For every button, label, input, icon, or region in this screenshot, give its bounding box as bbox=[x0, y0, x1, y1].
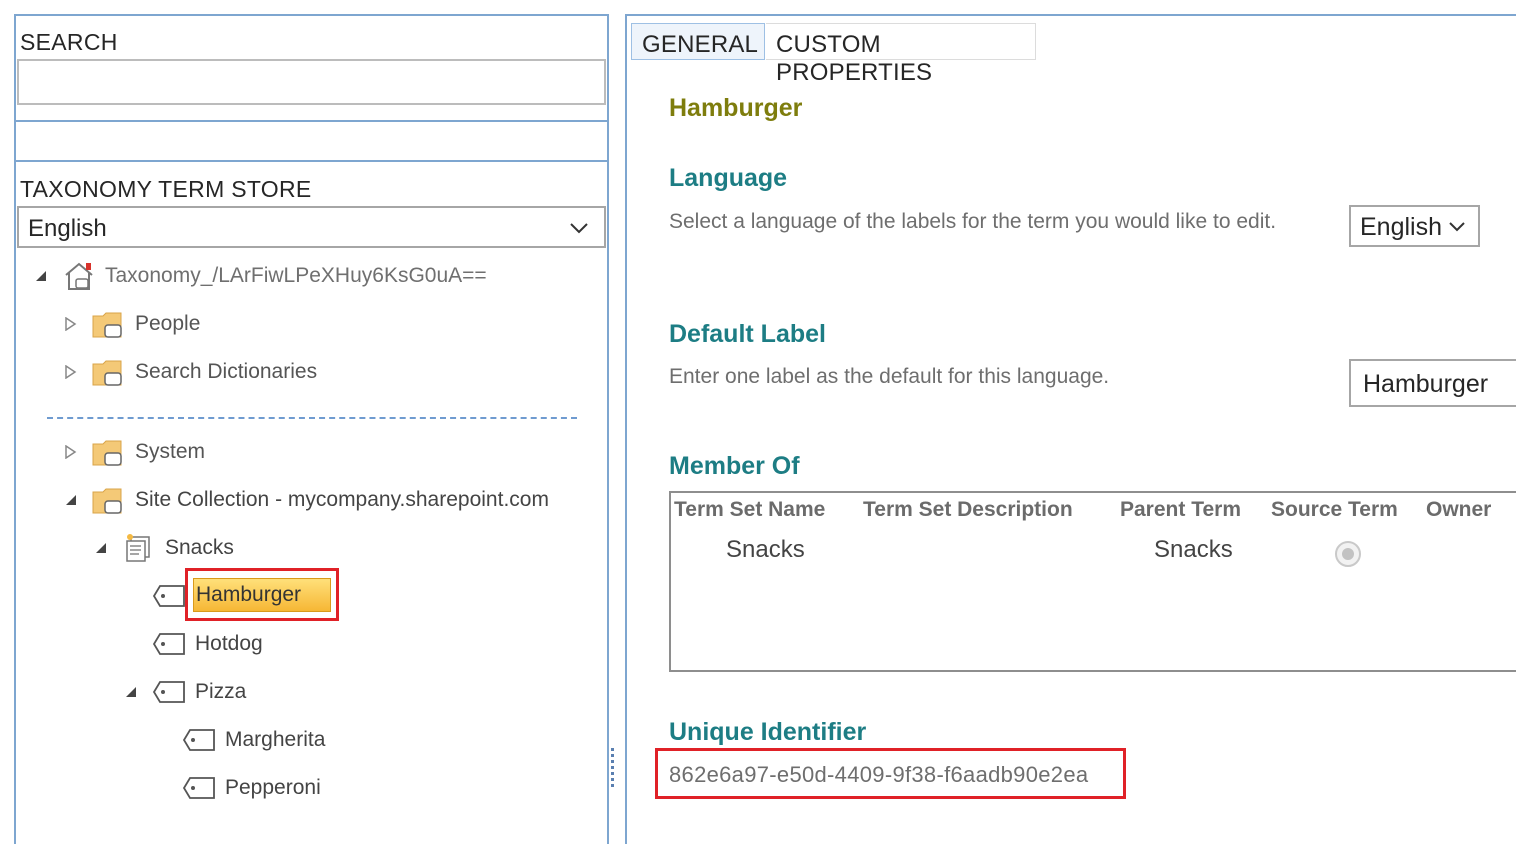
default-label-section-title: Default Label bbox=[669, 320, 826, 348]
tree-separator bbox=[47, 417, 577, 419]
termstore-language-select[interactable]: English bbox=[17, 206, 606, 248]
splitter-grip[interactable] bbox=[611, 748, 615, 788]
tree-node-search-dictionaries[interactable]: Search Dictionaries bbox=[60, 354, 460, 390]
tree-node-people[interactable]: People bbox=[60, 306, 460, 342]
folder-tag-icon bbox=[92, 360, 122, 386]
left-pane bbox=[14, 14, 609, 844]
collapsed-triangle-icon[interactable] bbox=[64, 317, 78, 331]
tab-general[interactable]: GENERAL bbox=[631, 23, 765, 60]
column-header-source-term: Source Term bbox=[1271, 498, 1398, 521]
tree-node-margherita[interactable]: Margherita bbox=[180, 722, 400, 758]
chevron-down-icon bbox=[1449, 222, 1465, 232]
folder-tag-icon bbox=[92, 312, 122, 338]
callout-box-unique-identifier bbox=[655, 748, 1126, 799]
column-header-term-set-name: Term Set Name bbox=[674, 498, 826, 521]
column-header-parent-term: Parent Term bbox=[1120, 498, 1241, 521]
folder-tag-icon bbox=[92, 440, 122, 466]
termstore-heading: TAXONOMY TERM STORE bbox=[20, 176, 312, 202]
tree-label-margherita: Margherita bbox=[225, 728, 326, 751]
tree-node-root[interactable]: Taxonomy_/LArFiwLPeXHuy6KsG0uA== bbox=[30, 258, 530, 294]
term-title: Hamburger bbox=[669, 94, 803, 122]
divider bbox=[14, 160, 609, 162]
column-header-term-set-description: Term Set Description bbox=[863, 498, 1073, 521]
label-language-select[interactable]: English bbox=[1349, 205, 1480, 247]
cell-term-set-name: Snacks bbox=[726, 536, 805, 563]
site-home-icon bbox=[65, 262, 93, 290]
tree-node-system[interactable]: System bbox=[60, 434, 460, 470]
callout-box-selected-term bbox=[185, 568, 339, 621]
tree-label-system: System bbox=[135, 440, 206, 463]
tree-node-hotdog[interactable]: Hotdog bbox=[150, 626, 350, 662]
tag-icon bbox=[152, 681, 185, 703]
term-set-icon bbox=[126, 534, 150, 562]
folder-tag-icon bbox=[92, 488, 122, 514]
collapsed-triangle-icon[interactable] bbox=[64, 365, 78, 379]
tag-icon bbox=[182, 777, 215, 799]
termstore-language-value: English bbox=[28, 215, 107, 242]
language-description: Select a language of the labels for the … bbox=[669, 210, 1277, 233]
tab-custom-properties[interactable]: CUSTOM PROPERTIES bbox=[766, 23, 1036, 86]
tree-node-pizza[interactable]: Pizza bbox=[120, 674, 340, 710]
tree-label-hotdog: Hotdog bbox=[195, 632, 263, 655]
tree-label-people: People bbox=[135, 312, 201, 335]
tree-node-pepperoni[interactable]: Pepperoni bbox=[180, 770, 400, 806]
tree-label-pepperoni: Pepperoni bbox=[225, 776, 321, 799]
member-of-section-title: Member Of bbox=[669, 452, 800, 480]
column-header-owner: Owner bbox=[1426, 498, 1492, 521]
tree-label-snacks: Snacks bbox=[165, 536, 234, 559]
tree-label-root: Taxonomy_/LArFiwLPeXHuy6KsG0uA== bbox=[105, 264, 487, 287]
tree-label-search-dictionaries: Search Dictionaries bbox=[135, 360, 318, 383]
tree-label-site-collection: Site Collection - mycompany.sharepoint.c… bbox=[135, 488, 549, 511]
expanded-triangle-icon[interactable] bbox=[94, 541, 108, 555]
expanded-triangle-icon[interactable] bbox=[64, 493, 78, 507]
source-term-radio[interactable] bbox=[1335, 541, 1361, 567]
unique-identifier-section-title: Unique Identifier bbox=[669, 718, 867, 746]
search-heading: SEARCH bbox=[20, 29, 118, 55]
expanded-triangle-icon[interactable] bbox=[34, 269, 48, 283]
chevron-down-icon bbox=[570, 223, 588, 234]
tag-icon bbox=[182, 729, 215, 751]
tree-node-snacks[interactable]: Snacks bbox=[90, 530, 390, 566]
cell-parent-term: Snacks bbox=[1154, 536, 1233, 563]
expanded-triangle-icon[interactable] bbox=[124, 685, 138, 699]
tree-label-pizza: Pizza bbox=[195, 680, 247, 703]
divider bbox=[14, 120, 609, 122]
tree-node-site-collection[interactable]: Site Collection - mycompany.sharepoint.c… bbox=[60, 482, 600, 518]
collapsed-triangle-icon[interactable] bbox=[64, 445, 78, 459]
language-section-title: Language bbox=[669, 164, 788, 192]
label-language-value: English bbox=[1360, 213, 1442, 241]
tag-icon bbox=[152, 585, 185, 607]
default-label-description: Enter one label as the default for this … bbox=[669, 365, 1110, 388]
default-label-value: Hamburger bbox=[1363, 370, 1489, 398]
default-label-input[interactable]: Hamburger bbox=[1349, 359, 1516, 407]
tag-icon bbox=[152, 633, 185, 655]
search-input[interactable] bbox=[17, 59, 606, 105]
